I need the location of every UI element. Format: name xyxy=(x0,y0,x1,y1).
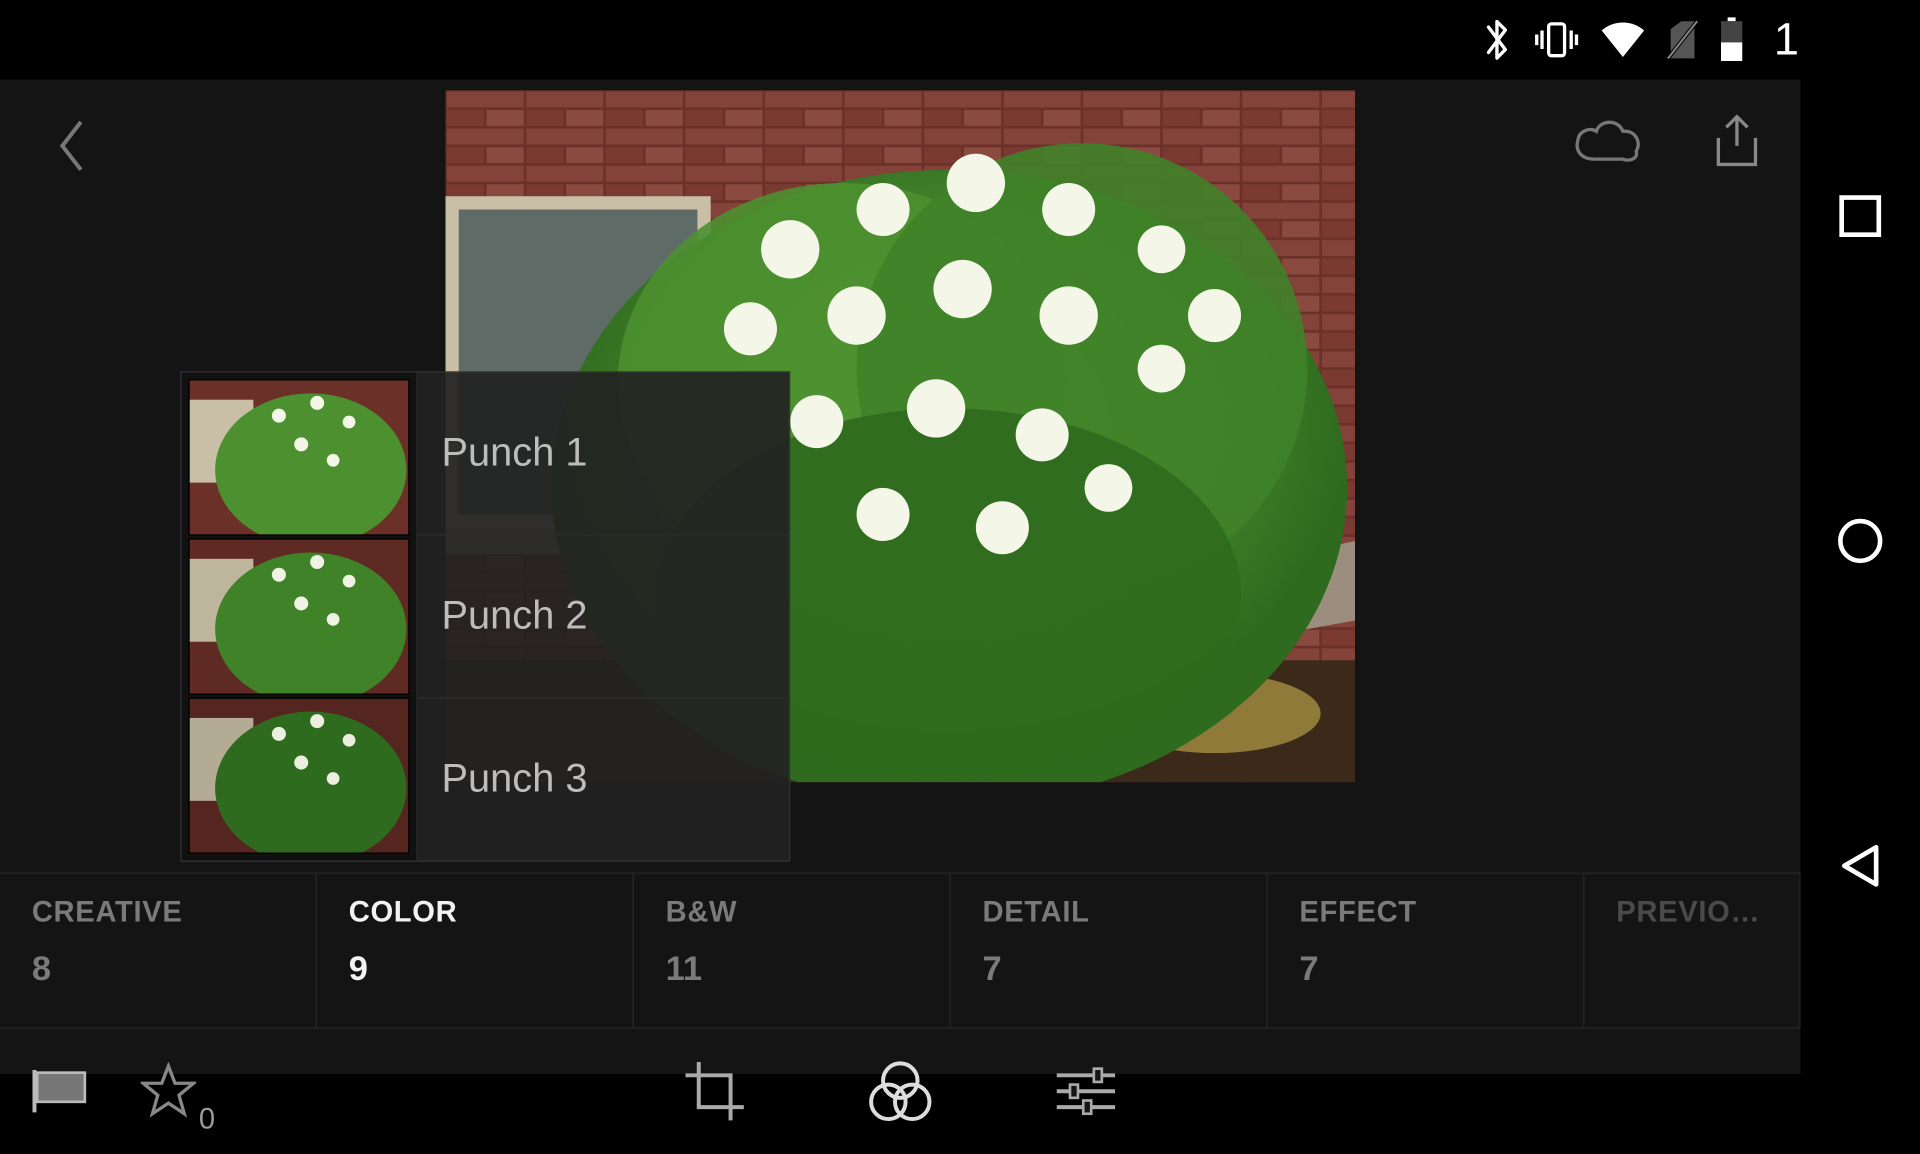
cat-previous[interactable]: PREVIOUS... xyxy=(1584,874,1800,1028)
rating-count: 0 xyxy=(199,1102,215,1136)
star-icon xyxy=(141,1062,197,1124)
cat-title: B&W xyxy=(666,895,918,929)
sim-disabled-icon xyxy=(1665,19,1699,61)
preset-label: Punch 3 xyxy=(442,757,588,802)
system-back-button[interactable] xyxy=(1827,835,1893,901)
battery-icon xyxy=(1718,17,1745,62)
flag-button[interactable] xyxy=(21,1054,101,1134)
circle-icon xyxy=(1835,515,1885,572)
preset-labels: Punch 1 Punch 2 Punch 3 xyxy=(418,373,789,861)
preset-label: Punch 1 xyxy=(442,431,588,476)
cat-count: 7 xyxy=(982,948,1234,989)
cat-effect[interactable]: EFFECT 7 xyxy=(1268,874,1585,1028)
home-button[interactable] xyxy=(1827,510,1893,576)
cloud-sync-button[interactable] xyxy=(1567,103,1647,183)
cat-count: 7 xyxy=(1299,948,1551,989)
cat-title: CREATIVE xyxy=(32,895,284,929)
editor-canvas-area: Punch 1 Punch 2 Punch 3 xyxy=(0,80,1801,793)
vibrate-icon xyxy=(1533,19,1581,61)
preset-item-punch-1[interactable]: Punch 1 xyxy=(418,373,789,535)
cat-title: COLOR xyxy=(349,895,601,929)
crop-button[interactable] xyxy=(675,1054,755,1134)
preset-thumb-3[interactable] xyxy=(188,697,409,853)
cat-count: 11 xyxy=(666,948,918,989)
app-content: Punch 1 Punch 2 Punch 3 CREATIVE 8 COLOR… xyxy=(0,80,1801,1074)
wifi-icon xyxy=(1599,20,1647,60)
cloud-icon xyxy=(1570,113,1644,173)
back-button[interactable] xyxy=(40,109,106,189)
venn-icon xyxy=(867,1059,933,1129)
top-actions xyxy=(1567,103,1776,183)
preset-thumbnails xyxy=(182,373,418,861)
system-nav-rail xyxy=(1801,0,1920,1074)
preset-popup: Punch 1 Punch 2 Punch 3 xyxy=(180,371,790,862)
cat-creative[interactable]: CREATIVE 8 xyxy=(0,874,317,1028)
device-screen: 10:13 xyxy=(0,0,1920,1074)
cat-count: 8 xyxy=(32,948,284,989)
share-button[interactable] xyxy=(1697,103,1777,183)
status-bar: 10:13 xyxy=(0,0,1920,80)
triangle-left-icon xyxy=(1836,841,1884,895)
bluetooth-icon xyxy=(1480,16,1514,64)
presets-button[interactable] xyxy=(861,1054,941,1134)
preset-label: Punch 2 xyxy=(442,594,588,639)
chevron-left-icon xyxy=(54,116,91,181)
rating-button[interactable]: 0 xyxy=(141,1062,216,1126)
cat-count: 9 xyxy=(349,948,601,989)
cat-color[interactable]: COLOR 9 xyxy=(317,874,634,1028)
preset-item-punch-2[interactable]: Punch 2 xyxy=(418,534,789,697)
preset-item-punch-3[interactable]: Punch 3 xyxy=(418,697,789,860)
recent-apps-button[interactable] xyxy=(1827,186,1893,252)
adjust-button[interactable] xyxy=(1046,1054,1126,1134)
preset-thumb-1[interactable] xyxy=(188,379,409,535)
bottom-toolbar: 0 xyxy=(0,1034,1801,1153)
preset-thumb-2[interactable] xyxy=(188,538,409,694)
cat-title: EFFECT xyxy=(1299,895,1551,929)
square-icon xyxy=(1838,193,1883,245)
cat-title: PREVIOUS... xyxy=(1616,895,1767,929)
cat-bw[interactable]: B&W 11 xyxy=(634,874,951,1028)
share-icon xyxy=(1708,111,1766,176)
preset-categories: CREATIVE 8 COLOR 9 B&W 11 DETAIL 7 EFFEC… xyxy=(0,872,1801,1028)
cat-title: DETAIL xyxy=(982,895,1234,929)
sliders-icon xyxy=(1054,1064,1118,1124)
flag-icon xyxy=(29,1067,93,1121)
crop-icon xyxy=(683,1059,747,1129)
cat-detail[interactable]: DETAIL 7 xyxy=(951,874,1268,1028)
